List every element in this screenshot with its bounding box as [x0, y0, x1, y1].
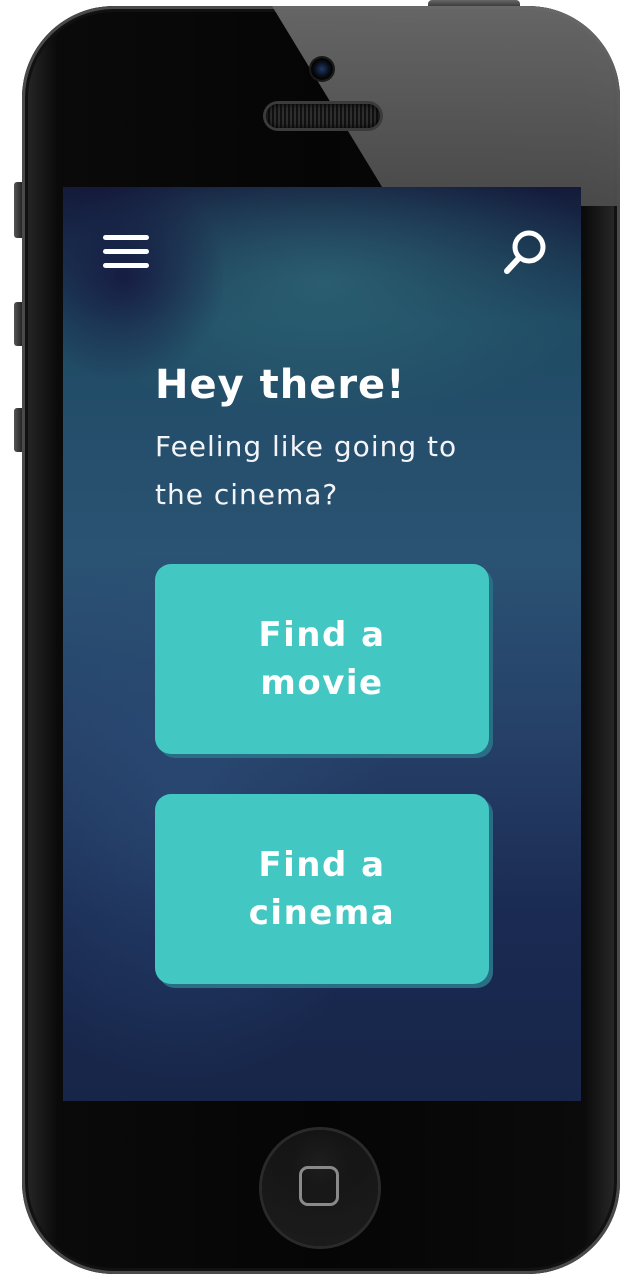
earpiece-speaker	[266, 104, 380, 128]
home-square-icon	[299, 1166, 339, 1206]
greeting-heading: Hey there!	[155, 362, 406, 408]
greeting-subtitle: Feeling like going to the cinema?	[155, 430, 458, 511]
front-camera	[311, 58, 333, 80]
find-movie-button[interactable]: Find a movie	[155, 564, 489, 754]
find-cinema-button[interactable]: Find a cinema	[155, 794, 489, 984]
find-cinema-label: Find a cinema	[248, 845, 396, 933]
search-icon[interactable]	[501, 227, 551, 277]
device-mockup: Hey there! Feeling like going to the cin…	[0, 0, 640, 1280]
home-button[interactable]	[262, 1130, 378, 1246]
find-movie-label: Find a movie	[258, 615, 386, 703]
app-screen: Hey there! Feeling like going to the cin…	[63, 187, 581, 1101]
hamburger-menu-icon[interactable]	[103, 235, 149, 269]
